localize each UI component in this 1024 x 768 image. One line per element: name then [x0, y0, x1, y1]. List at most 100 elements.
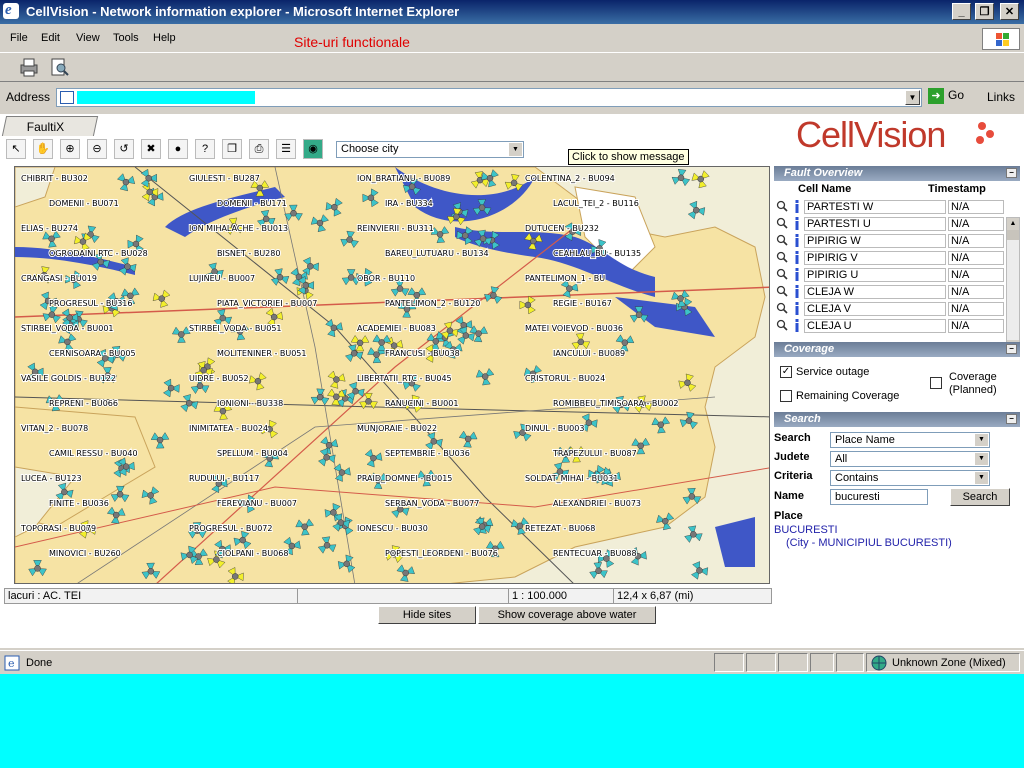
map-place-label: SEPTEMBRIE - BU036 — [385, 449, 470, 458]
zoom-clear-icon[interactable]: ✖ — [141, 139, 161, 159]
fault-scrollbar[interactable]: ▲▼ — [1006, 217, 1020, 353]
map-place-label: FRANCUSI - BU038 — [385, 349, 460, 358]
zoom-out-icon[interactable]: ⊖ — [87, 139, 107, 159]
fault-row[interactable]: PIPIRIG V N/A — [774, 250, 1004, 266]
menu-tools[interactable]: Tools — [113, 32, 139, 44]
address-dropdown-icon[interactable]: ▼ — [905, 90, 920, 105]
map-place-label: PROGRESUL - BU072 — [189, 524, 272, 533]
map-place-label: POPESTI_LEORDENI - BU076 — [385, 549, 498, 558]
city-select[interactable]: Choose city ▼ — [336, 141, 524, 158]
zoom-previous-icon[interactable]: ↺ — [114, 139, 134, 159]
print-preview-icon[interactable] — [48, 56, 70, 78]
cell-timestamp: N/A — [948, 319, 1004, 333]
cell-site-marker[interactable] — [671, 168, 691, 187]
map-place-label: MINOVICI - BU260 — [49, 549, 121, 558]
cell-site-marker[interactable] — [687, 200, 706, 220]
zoom-to-cell-icon[interactable] — [776, 268, 788, 280]
map-place-label: LACUL_TEI_2 - BU116 — [553, 199, 639, 208]
globe-icon[interactable]: ◉ — [303, 139, 323, 159]
fault-row[interactable]: CLEJA U N/A — [774, 318, 1004, 334]
zoom-in-icon[interactable]: ⊕ — [60, 139, 80, 159]
select-tool-icon[interactable]: ↖ — [6, 139, 26, 159]
collapse-icon[interactable]: − — [1006, 344, 1017, 354]
fault-row[interactable]: PARTESTI U N/A — [774, 216, 1004, 232]
menu-help[interactable]: Help — [153, 32, 176, 44]
judete-select[interactable]: All ▼ — [830, 451, 990, 467]
print-icon[interactable] — [18, 56, 40, 78]
close-button[interactable]: ✕ — [1000, 3, 1019, 20]
remaining-coverage-checkbox[interactable] — [780, 390, 792, 402]
zoom-to-cell-icon[interactable] — [776, 319, 788, 331]
map-place-label: LUCEA - BU123 — [21, 474, 82, 483]
planned-coverage-checkbox[interactable] — [930, 377, 942, 389]
chevron-down-icon: ▼ — [975, 472, 988, 484]
zoom-to-cell-icon[interactable] — [776, 285, 788, 297]
search-type-select[interactable]: Place Name ▼ — [830, 432, 990, 448]
maximize-button[interactable]: ❐ — [975, 3, 994, 20]
map-place-label: PANTELIMON_2 - BU120 — [385, 299, 480, 308]
service-outage-checkbox[interactable]: ✓ — [780, 366, 792, 378]
map-place-label: RENTECUAR - BU088 — [553, 549, 637, 558]
address-url-redacted — [77, 91, 255, 104]
fault-row[interactable]: PIPIRIG U N/A — [774, 267, 1004, 283]
map-place-label: PIATA_VICTORIEI - BU007 — [217, 299, 317, 308]
menu-bar: File Edit View Tools Help Site-uri funct… — [0, 28, 1024, 50]
service-outage-label: Service outage — [796, 366, 870, 378]
fault-row[interactable]: PIPIRIG W N/A — [774, 233, 1004, 249]
cell-info-icon[interactable] — [794, 285, 800, 298]
menu-edit[interactable]: Edit — [41, 32, 60, 44]
cell-site-marker[interactable] — [684, 525, 703, 543]
status-done: Done — [26, 657, 53, 669]
zoom-to-cell-icon[interactable] — [776, 217, 788, 229]
collapse-icon[interactable]: − — [1006, 168, 1017, 178]
criteria-select[interactable]: Contains ▼ — [830, 470, 990, 486]
security-zone: Unknown Zone (Mixed) — [892, 657, 1006, 669]
show-coverage-button[interactable]: Show coverage above water — [478, 606, 656, 624]
fault-row[interactable]: PARTESTI W N/A — [774, 199, 1004, 215]
cell-info-icon[interactable] — [794, 217, 800, 230]
cell-info-icon[interactable] — [794, 302, 800, 315]
fault-row[interactable]: CLEJA V N/A — [774, 301, 1004, 317]
map-print-icon[interactable]: ⎙ — [249, 139, 269, 159]
map-place-label: LUJINEU - BU007 — [189, 274, 255, 283]
collapse-icon[interactable]: − — [1006, 414, 1017, 424]
cell-name: PARTESTI U — [804, 217, 946, 231]
cell-site-marker[interactable] — [691, 170, 710, 189]
menu-view[interactable]: View — [76, 32, 100, 44]
result-place-link[interactable]: BUCURESTI — [774, 524, 838, 536]
map-canvas[interactable]: CHIBRIT - BU302 GIULESTI - BU287 ION_BRATI… — [15, 167, 770, 584]
fault-row[interactable]: CLEJA W N/A — [774, 284, 1004, 300]
help-icon[interactable]: ? — [195, 139, 215, 159]
zoom-to-cell-icon[interactable] — [776, 234, 788, 246]
map-place-label: COLENTINA_2 - BU094 — [525, 174, 615, 183]
cell-timestamp: N/A — [948, 234, 1004, 248]
cell-site-marker[interactable] — [589, 562, 608, 579]
legend-icon[interactable]: ☰ — [276, 139, 296, 159]
hide-sites-button[interactable]: Hide sites — [378, 606, 476, 624]
zoom-to-cell-icon[interactable] — [776, 200, 788, 212]
chevron-down-icon: ▼ — [509, 143, 522, 156]
name-input[interactable]: bucuresti — [830, 489, 928, 505]
tab-faultix[interactable]: FaultiX — [1, 116, 99, 136]
pan-tool-icon[interactable]: ✋ — [33, 139, 53, 159]
minimize-button[interactable]: _ — [952, 3, 971, 20]
cell-site-marker[interactable] — [691, 561, 709, 580]
cell-info-icon[interactable] — [794, 268, 800, 281]
address-input[interactable]: ▼ — [56, 88, 922, 107]
stop-icon[interactable]: ● — [168, 139, 188, 159]
copy-icon[interactable]: ❐ — [222, 139, 242, 159]
cell-info-icon[interactable] — [794, 251, 800, 264]
map-place-label: VITAN_2 - BU078 — [21, 424, 88, 433]
cell-info-icon[interactable] — [794, 319, 800, 332]
links-button[interactable]: Links — [987, 90, 1015, 104]
zoom-to-cell-icon[interactable] — [776, 251, 788, 263]
go-button[interactable]: ➜ Go — [928, 88, 964, 104]
menu-file[interactable]: File — [10, 32, 28, 44]
browser-status-bar: e Done Unknown Zone (Mixed) — [0, 650, 1024, 674]
network-map[interactable]: CHIBRIT - BU302 GIULESTI - BU287 ION_BRATI… — [14, 166, 770, 584]
map-place-label: MATEI VOIEVOD - BU036 — [525, 324, 623, 333]
cell-info-icon[interactable] — [794, 234, 800, 247]
cell-info-icon[interactable] — [794, 200, 800, 213]
zoom-to-cell-icon[interactable] — [776, 302, 788, 314]
search-button[interactable]: Search — [950, 488, 1010, 506]
